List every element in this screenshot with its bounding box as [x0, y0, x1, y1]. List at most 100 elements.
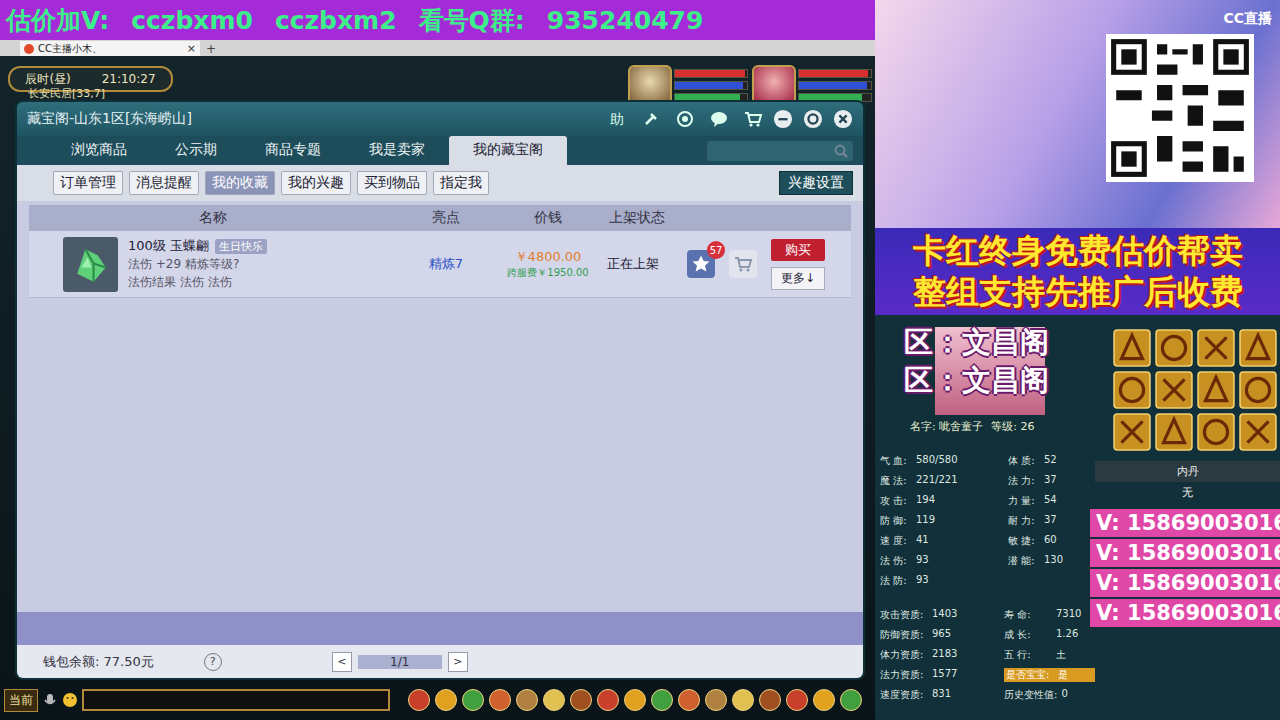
- sub-tab[interactable]: 买到物品: [357, 171, 427, 195]
- skill-icon: [1155, 329, 1193, 367]
- chat-channel[interactable]: 当前: [4, 689, 38, 712]
- buy-button[interactable]: 购买: [771, 239, 825, 261]
- jade-item-icon[interactable]: [63, 237, 118, 292]
- pin-icon[interactable]: [641, 109, 661, 129]
- minimize-icon[interactable]: [773, 109, 793, 129]
- main-tab[interactable]: 公示期: [151, 136, 241, 165]
- skill-slot[interactable]: [1197, 329, 1235, 367]
- record-icon[interactable]: [675, 109, 695, 129]
- skill-slot[interactable]: [1239, 329, 1277, 367]
- browser-tab[interactable]: CC主播小木、 ×: [20, 41, 200, 56]
- cart-icon: [733, 254, 753, 274]
- skill-slot[interactable]: [1197, 371, 1235, 409]
- skill-icon: [1155, 371, 1193, 409]
- skill-slot[interactable]: [1113, 329, 1151, 367]
- aptitude-label: 防御资质:: [880, 628, 928, 642]
- contact-line: V: 15869003016: [1090, 569, 1280, 597]
- chat-input[interactable]: [82, 689, 390, 711]
- skill-slot[interactable]: [1155, 371, 1193, 409]
- main-tab[interactable]: 商品专题: [241, 136, 345, 165]
- sub-tab[interactable]: 我的兴趣: [281, 171, 351, 195]
- quick-slot-icon[interactable]: [489, 689, 511, 711]
- main-tab[interactable]: 浏览商品: [47, 136, 151, 165]
- sub-tab[interactable]: 指定我: [433, 171, 489, 195]
- close-icon[interactable]: [833, 109, 853, 129]
- aptitude-value: 965: [932, 628, 951, 642]
- quick-slot-icon[interactable]: [570, 689, 592, 711]
- skill-slot[interactable]: [1197, 413, 1235, 451]
- help-button[interactable]: 助: [607, 109, 627, 129]
- neidan-value: 无: [1095, 482, 1280, 503]
- sub-tabs: 订单管理消息提醒我的收藏我的兴趣买到物品指定我 兴趣设置: [17, 165, 863, 201]
- avatar-icon[interactable]: [628, 65, 672, 105]
- quick-slot-icon[interactable]: [597, 689, 619, 711]
- aptitude-label: 体力资质:: [880, 648, 928, 662]
- main-tab[interactable]: 我是卖家: [345, 136, 449, 165]
- quick-slot-icon[interactable]: [678, 689, 700, 711]
- skill-slot[interactable]: [1239, 371, 1277, 409]
- skill-icon: [1155, 413, 1193, 451]
- status-cell: 正在上架: [601, 255, 687, 273]
- stat: 防 御: 119: [880, 514, 1008, 528]
- chat-icon[interactable]: [709, 109, 729, 129]
- aptitude-label: 攻击资质:: [880, 608, 928, 622]
- aptitude: 五 行: 土: [1004, 648, 1095, 662]
- tab-close-button[interactable]: ×: [187, 42, 196, 55]
- favorite-count-badge: 57: [707, 241, 725, 259]
- quick-slot-icon[interactable]: [813, 689, 835, 711]
- avatar-icon[interactable]: [752, 65, 796, 105]
- stat: 法 防: 93: [880, 574, 1008, 588]
- quick-slot-icon[interactable]: [516, 689, 538, 711]
- cbg-window: 藏宝阁-山东1区[东海崂山] 助 浏览商品公示期商品专题我是卖家我的藏宝阁 订单…: [15, 100, 865, 680]
- interest-settings-button[interactable]: 兴趣设置: [779, 171, 853, 195]
- sub-tab[interactable]: 订单管理: [53, 171, 123, 195]
- quick-slot-icon[interactable]: [840, 689, 862, 711]
- ad-picture: CC直播: [875, 0, 1280, 228]
- quick-slot-icon[interactable]: [786, 689, 808, 711]
- contact-overlay: V: 15869003016V: 15869003016V: 158690030…: [1090, 509, 1280, 627]
- skill-slot[interactable]: [1113, 371, 1151, 409]
- table-row[interactable]: 100级 玉蝶翩 生日快乐 法伤 +29 精炼等级?法伤结果 法伤 法伤 精炼7…: [29, 231, 851, 298]
- aptitude: 速度资质: 831: [880, 688, 1004, 702]
- skill-slot[interactable]: [1113, 413, 1151, 451]
- page-number: 1/1: [358, 655, 442, 669]
- add-cart-button[interactable]: [729, 250, 757, 278]
- quick-slot-icon[interactable]: [705, 689, 727, 711]
- quick-slot-icon[interactable]: [408, 689, 430, 711]
- quick-slot-icon[interactable]: [462, 689, 484, 711]
- aptitude-label: 速度资质:: [880, 688, 928, 702]
- party-member[interactable]: [628, 65, 748, 105]
- cart-icon[interactable]: [743, 109, 763, 129]
- new-tab-button[interactable]: +: [206, 42, 216, 56]
- sub-tab[interactable]: 我的收藏: [205, 171, 275, 195]
- quick-slot-icon[interactable]: [651, 689, 673, 711]
- main-tab[interactable]: 我的藏宝阁: [449, 136, 567, 165]
- help-icon[interactable]: ?: [204, 653, 222, 671]
- pet-stats: 区：文昌阁区：文昌阁 名字: 呲舍童子 等级: 26 气 血: 580/580体…: [875, 315, 1095, 720]
- sub-tab[interactable]: 消息提醒: [129, 171, 199, 195]
- skill-slot[interactable]: [1239, 413, 1277, 451]
- search-input[interactable]: [707, 141, 833, 161]
- emoji-icon[interactable]: [62, 692, 78, 708]
- contact-line: V: 15869003016: [1090, 509, 1280, 537]
- next-page-button[interactable]: >: [448, 652, 468, 672]
- stat: 体 质: 52: [1008, 454, 1095, 468]
- skill-slot[interactable]: [1155, 329, 1193, 367]
- quick-slot-icon[interactable]: [732, 689, 754, 711]
- gear-icon[interactable]: [803, 109, 823, 129]
- search-icon[interactable]: [833, 143, 849, 159]
- promo-line: 整组支持先推广后收费: [913, 274, 1243, 310]
- column-header: 名称: [29, 209, 397, 227]
- favorite-button[interactable]: 57: [687, 250, 715, 278]
- prev-page-button[interactable]: <: [332, 652, 352, 672]
- mic-icon[interactable]: [42, 692, 58, 708]
- search-field[interactable]: [707, 141, 853, 161]
- quick-slot-icon[interactable]: [759, 689, 781, 711]
- quick-slot-icon[interactable]: [543, 689, 565, 711]
- more-button[interactable]: 更多↓: [771, 267, 825, 290]
- stat-value: 580/580: [916, 454, 958, 468]
- quick-slot-icon[interactable]: [435, 689, 457, 711]
- party-member[interactable]: [752, 65, 872, 105]
- quick-slot-icon[interactable]: [624, 689, 646, 711]
- skill-slot[interactable]: [1155, 413, 1193, 451]
